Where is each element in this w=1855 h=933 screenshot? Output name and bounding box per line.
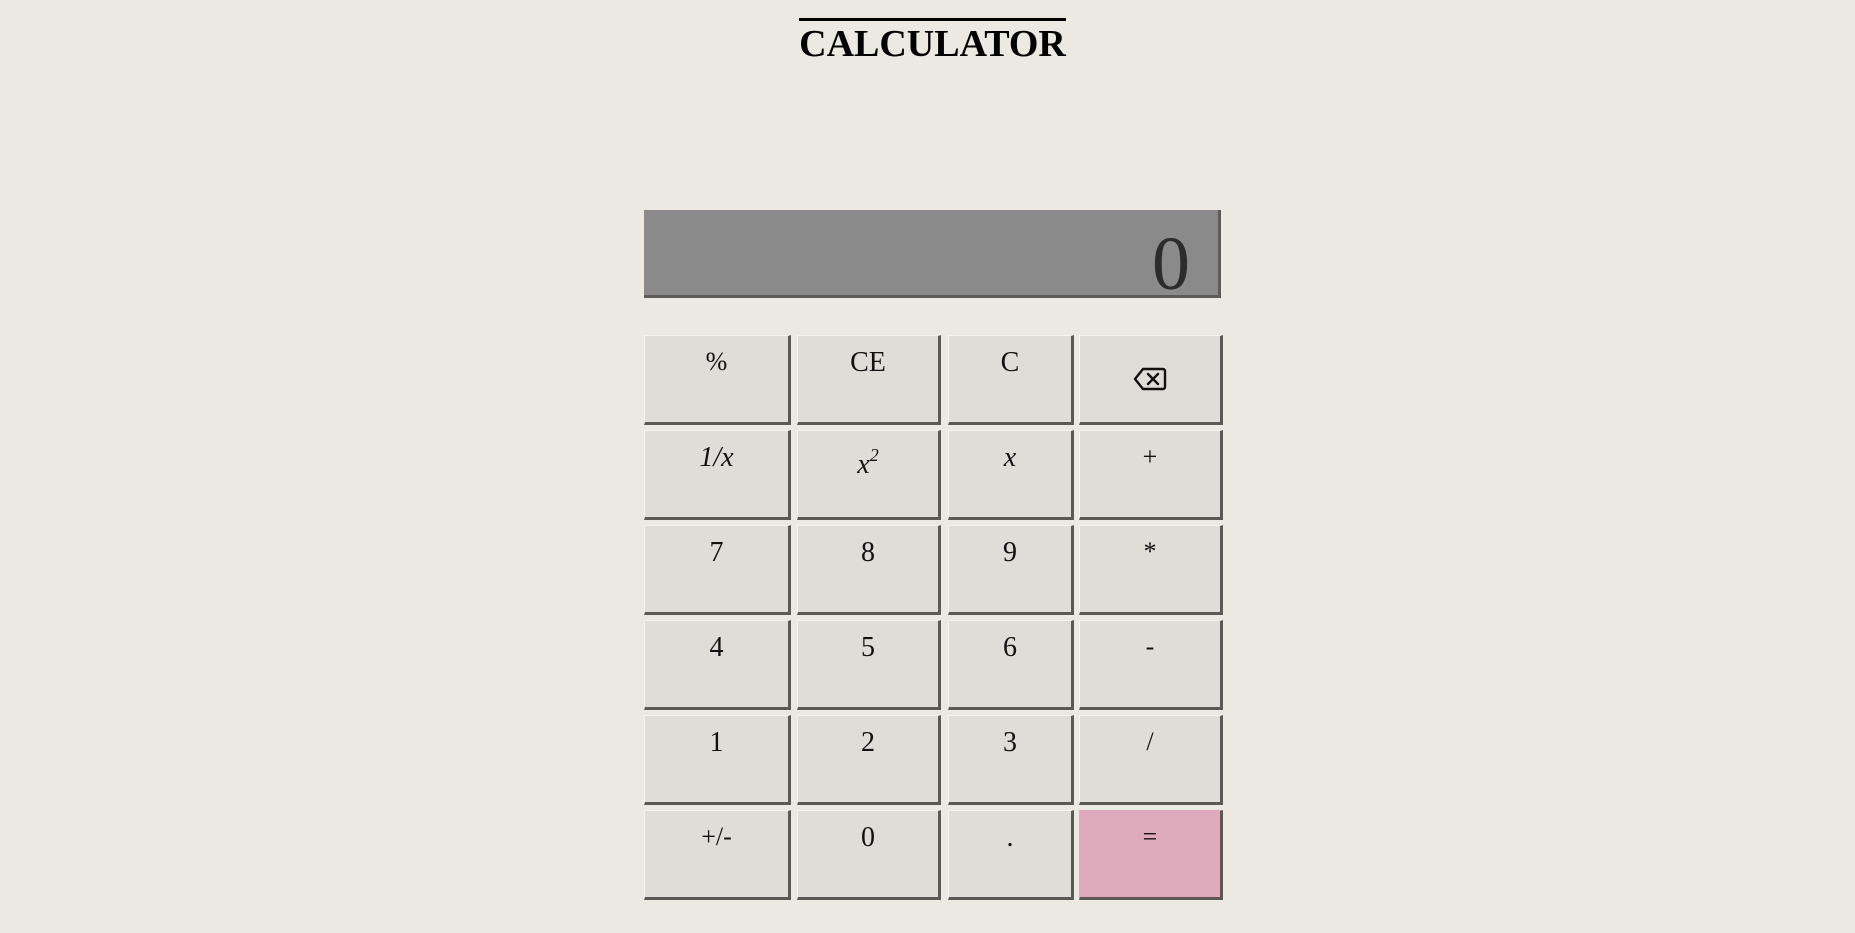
digit-3-button[interactable]: 3 bbox=[948, 715, 1074, 805]
calculator-page: CALCULATOR 0 % CE C 1/x x2 x + 7 8 9 * 4… bbox=[0, 0, 1855, 933]
digit-0-button[interactable]: 0 bbox=[797, 810, 941, 900]
digit-7-button[interactable]: 7 bbox=[644, 525, 791, 615]
decimal-button[interactable]: . bbox=[948, 810, 1074, 900]
decimal-label: . bbox=[1006, 822, 1014, 853]
title-text: CALCULATOR bbox=[799, 18, 1066, 63]
digit-8-button[interactable]: 8 bbox=[797, 525, 941, 615]
digit-9-button[interactable]: 9 bbox=[948, 525, 1074, 615]
digit-2-label: 2 bbox=[861, 727, 875, 758]
calculator-display: 0 bbox=[644, 210, 1221, 302]
percent-button[interactable]: % bbox=[644, 335, 791, 425]
square-base: x bbox=[857, 449, 870, 480]
digit-1-button[interactable]: 1 bbox=[644, 715, 791, 805]
clear-entry-button[interactable]: CE bbox=[797, 335, 941, 425]
square-label: x2 bbox=[798, 446, 938, 479]
clear-button[interactable]: C bbox=[948, 335, 1074, 425]
x-button[interactable]: x bbox=[948, 430, 1074, 520]
clear-label: C bbox=[1000, 347, 1020, 378]
plus-label: + bbox=[1142, 442, 1158, 471]
page-title: CALCULATOR bbox=[0, 18, 1855, 63]
digit-4-label: 4 bbox=[709, 632, 724, 663]
negate-button[interactable]: +/- bbox=[644, 810, 791, 900]
x-label: x bbox=[1003, 442, 1017, 473]
digit-1-label: 1 bbox=[709, 727, 724, 758]
backspace-icon bbox=[1133, 367, 1167, 391]
digit-4-button[interactable]: 4 bbox=[644, 620, 791, 710]
minus-button[interactable]: - bbox=[1079, 620, 1223, 710]
equals-button[interactable]: = bbox=[1079, 810, 1223, 900]
clear-entry-label: CE bbox=[850, 347, 886, 378]
percent-label: % bbox=[705, 347, 728, 376]
plus-button[interactable]: + bbox=[1079, 430, 1223, 520]
digit-0-label: 0 bbox=[861, 822, 875, 853]
digit-5-label: 5 bbox=[861, 632, 875, 663]
digit-8-label: 8 bbox=[861, 537, 875, 568]
equals-label: = bbox=[1142, 822, 1158, 851]
digit-2-button[interactable]: 2 bbox=[797, 715, 941, 805]
square-button[interactable]: x2 bbox=[797, 430, 941, 520]
divide-label: / bbox=[1146, 727, 1154, 756]
backspace-button[interactable] bbox=[1079, 335, 1223, 425]
multiply-button[interactable]: * bbox=[1079, 525, 1223, 615]
display-value: 0 bbox=[1152, 222, 1190, 306]
multiply-label: * bbox=[1143, 537, 1157, 566]
digit-5-button[interactable]: 5 bbox=[797, 620, 941, 710]
digit-6-button[interactable]: 6 bbox=[948, 620, 1074, 710]
digit-3-label: 3 bbox=[1003, 727, 1017, 758]
square-exponent: 2 bbox=[869, 445, 879, 465]
divide-button[interactable]: / bbox=[1079, 715, 1223, 805]
minus-label: - bbox=[1145, 632, 1155, 661]
digit-9-label: 9 bbox=[1003, 537, 1017, 568]
reciprocal-label: 1/x bbox=[699, 442, 734, 473]
digit-7-label: 7 bbox=[709, 537, 724, 568]
negate-label: +/- bbox=[701, 822, 732, 851]
reciprocal-button[interactable]: 1/x bbox=[644, 430, 791, 520]
digit-6-label: 6 bbox=[1003, 632, 1017, 663]
